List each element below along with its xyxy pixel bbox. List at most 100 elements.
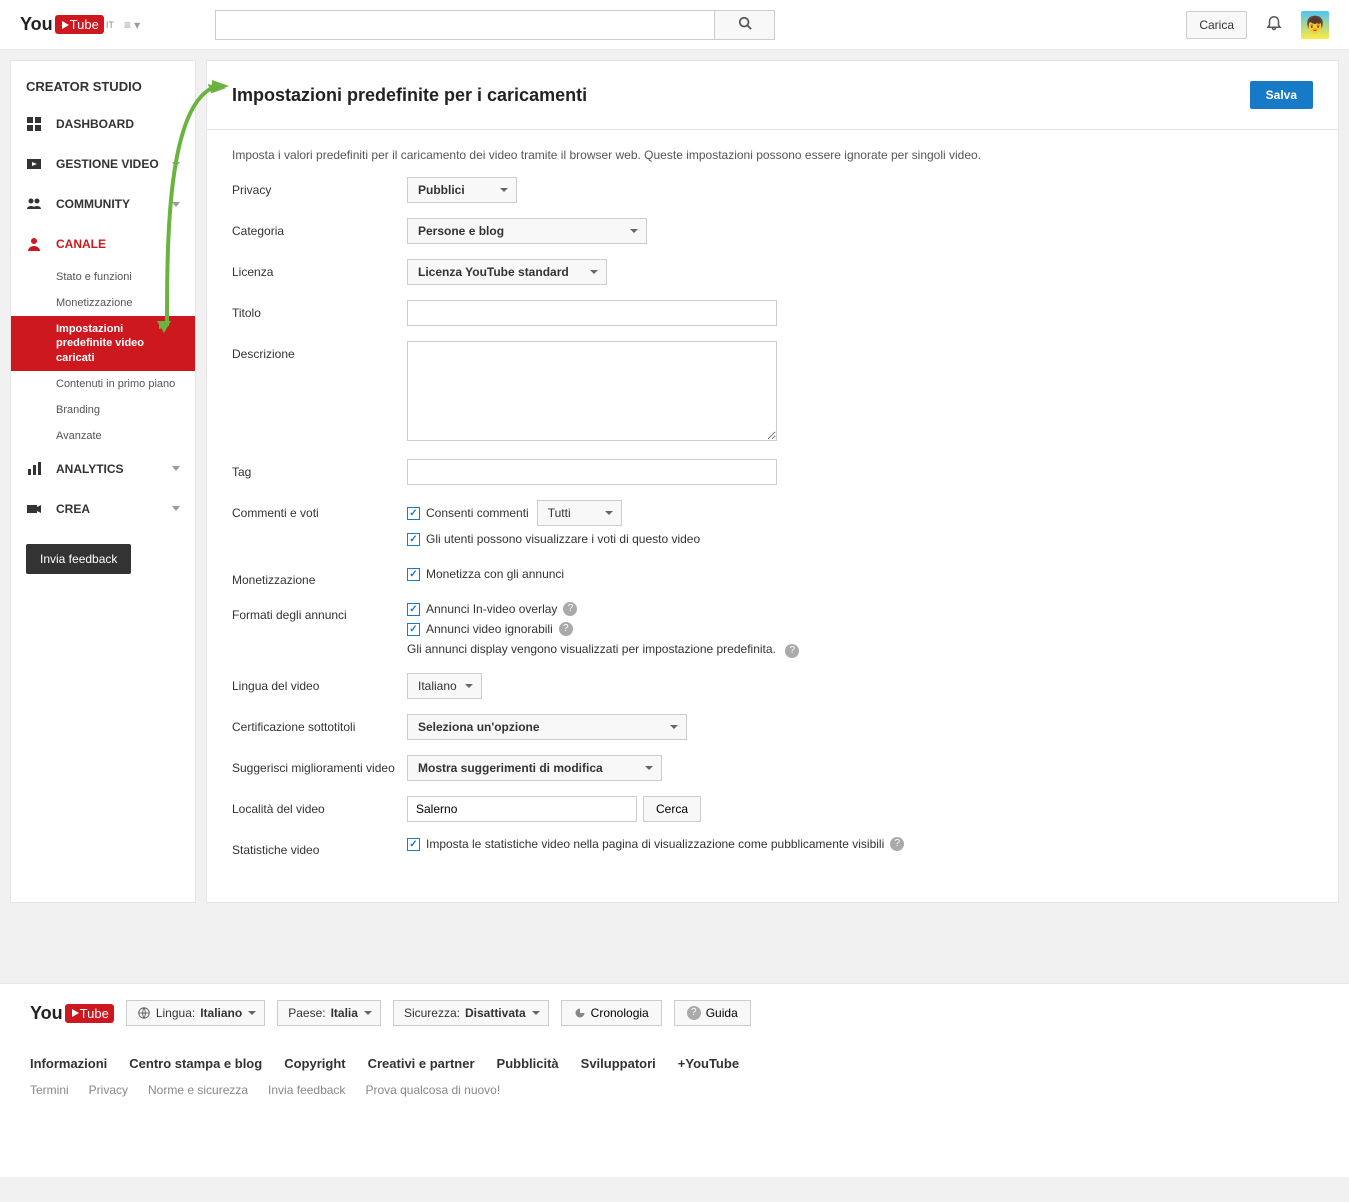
category-dropdown[interactable]: Persone e blog [407, 218, 647, 244]
video-location-input[interactable] [407, 796, 637, 822]
footer-link-about[interactable]: Informazioni [30, 1056, 107, 1071]
sidebar-item-label: CANALE [56, 237, 106, 251]
title-input[interactable] [407, 300, 777, 326]
overlay-ads-label: Annunci In-video overlay [426, 602, 557, 616]
category-label: Categoria [232, 218, 407, 238]
footer-history-button[interactable]: Cronologia [561, 1000, 662, 1026]
youtube-logo[interactable]: YouTubeIT [20, 14, 114, 35]
footer-link-terms[interactable]: Termini [30, 1083, 69, 1097]
public-stats-checkbox[interactable]: ✓ [407, 838, 420, 851]
search-input[interactable] [215, 10, 715, 40]
sidebar-item-dashboard[interactable]: DASHBOARD [11, 104, 195, 144]
overlay-ads-checkbox[interactable]: ✓ [407, 603, 420, 616]
skippable-ads-checkbox[interactable]: ✓ [407, 623, 420, 636]
tag-input[interactable] [407, 459, 777, 485]
sidebar: CREATOR STUDIO DASHBOARD GESTIONE VIDEO … [10, 60, 196, 903]
footer-link-copyright[interactable]: Copyright [284, 1056, 345, 1071]
footer-link-plus[interactable]: +YouTube [678, 1056, 739, 1071]
caption-cert-dropdown[interactable]: Seleziona un'opzione [407, 714, 687, 740]
monetize-checkbox[interactable]: ✓ [407, 568, 420, 581]
footer-link-advertise[interactable]: Pubblicità [497, 1056, 559, 1071]
logo-tube: Tube [55, 15, 104, 34]
skippable-ads-label: Annunci video ignorabili [426, 622, 553, 636]
footer-link-feedback[interactable]: Invia feedback [268, 1083, 345, 1097]
globe-icon [137, 1006, 151, 1020]
footer-primary-links: Informazioni Centro stampa e blog Copyri… [30, 1056, 1319, 1071]
sidebar-item-create[interactable]: CREA [11, 489, 195, 529]
feedback-button[interactable]: Invia feedback [26, 544, 131, 574]
sidebar-item-label: GESTIONE VIDEO [56, 157, 159, 171]
sidebar-item-label: DASHBOARD [56, 117, 134, 131]
privacy-label: Privacy [232, 177, 407, 197]
page-header: Impostazioni predefinite per i caricamen… [207, 61, 1338, 130]
sidebar-item-channel[interactable]: CANALE [11, 224, 195, 264]
video-language-label: Lingua del video [232, 673, 407, 693]
notifications-icon[interactable] [1265, 13, 1283, 36]
upload-button[interactable]: Carica [1186, 11, 1247, 39]
footer-link-press[interactable]: Centro stampa e blog [129, 1056, 262, 1071]
location-search-button[interactable]: Cerca [643, 796, 701, 822]
sidebar-subitem-advanced[interactable]: Avanzate [11, 423, 195, 449]
monetization-label: Monetizzazione [232, 567, 407, 587]
video-icon [26, 156, 46, 172]
sidebar-subitem-status[interactable]: Stato e funzioni [11, 264, 195, 290]
sidebar-item-community[interactable]: COMMUNITY [11, 184, 195, 224]
privacy-dropdown[interactable]: Pubblici [407, 177, 517, 203]
help-icon[interactable]: ? [559, 622, 573, 636]
sidebar-item-video-manager[interactable]: GESTIONE VIDEO [11, 144, 195, 184]
sidebar-item-label: COMMUNITY [56, 197, 130, 211]
description-textarea[interactable] [407, 341, 777, 441]
header: YouTubeIT ≡ ▾ Carica 👦 [0, 0, 1349, 50]
footer-link-try-new[interactable]: Prova qualcosa di nuovo! [365, 1083, 500, 1097]
logo-you: You [20, 14, 53, 35]
license-dropdown[interactable]: Licenza YouTube standard [407, 259, 607, 285]
footer-controls: YouTube Lingua: Italiano Paese: Italia S… [30, 1000, 1319, 1026]
footer-language-dropdown[interactable]: Lingua: Italiano [126, 1000, 265, 1026]
help-icon[interactable]: ? [890, 837, 904, 851]
search-button[interactable] [715, 10, 775, 40]
footer-link-policy[interactable]: Norme e sicurezza [148, 1083, 248, 1097]
footer-link-developers[interactable]: Sviluppatori [581, 1056, 656, 1071]
license-label: Licenza [232, 259, 407, 279]
sidebar-subitem-monetization[interactable]: Monetizzazione [11, 290, 195, 316]
sidebar-item-analytics[interactable]: ANALYTICS [11, 449, 195, 489]
sidebar-subitem-featured[interactable]: Contenuti in primo piano [11, 371, 195, 397]
sidebar-subitem-upload-defaults[interactable]: Impostazioni predefinite video caricati [11, 316, 195, 371]
suggest-improvements-dropdown[interactable]: Mostra suggerimenti di modifica [407, 755, 662, 781]
video-location-label: Località del video [232, 796, 407, 816]
channel-subitems: Stato e funzioni Monetizzazione Impostaz… [11, 264, 195, 449]
allow-comments-label: Consenti commenti [426, 506, 529, 520]
save-button[interactable]: Salva [1250, 81, 1313, 109]
locale-sup: IT [106, 20, 114, 30]
description-label: Descrizione [232, 341, 407, 361]
main-panel: Impostazioni predefinite per i caricamen… [206, 60, 1339, 903]
footer-link-creators[interactable]: Creativi e partner [368, 1056, 475, 1071]
footer-safety-dropdown[interactable]: Sicurezza: Disattivata [393, 1000, 549, 1026]
title-label: Titolo [232, 300, 407, 320]
community-icon [26, 196, 46, 212]
video-language-dropdown[interactable]: Italiano [407, 673, 482, 699]
video-stats-label: Statistiche video [232, 837, 407, 857]
guide-toggle-icon[interactable]: ≡ ▾ [124, 18, 140, 32]
header-right: Carica 👦 [1186, 11, 1329, 39]
search-icon [738, 16, 752, 30]
footer-help-button[interactable]: ? Guida [674, 1000, 751, 1026]
footer-country-dropdown[interactable]: Paese: Italia [277, 1000, 381, 1026]
public-stats-label: Imposta le statistiche video nella pagin… [426, 837, 884, 851]
searchbar [215, 10, 775, 40]
comments-filter-dropdown[interactable]: Tutti [537, 500, 622, 526]
footer-secondary-links: Termini Privacy Norme e sicurezza Invia … [30, 1083, 1319, 1097]
avatar[interactable]: 👦 [1301, 11, 1329, 39]
page-description: Imposta i valori predefiniti per il cari… [207, 130, 1338, 172]
footer-link-privacy[interactable]: Privacy [89, 1083, 128, 1097]
sidebar-title: CREATOR STUDIO [11, 61, 195, 104]
show-ratings-checkbox[interactable]: ✓ [407, 533, 420, 546]
help-icon: ? [687, 1006, 701, 1020]
dashboard-icon [26, 116, 46, 132]
comments-label: Commenti e voti [232, 500, 407, 520]
footer-logo[interactable]: YouTube [30, 1003, 114, 1024]
sidebar-subitem-branding[interactable]: Branding [11, 397, 195, 423]
help-icon[interactable]: ? [563, 602, 577, 616]
help-icon[interactable]: ? [785, 644, 799, 658]
allow-comments-checkbox[interactable]: ✓ [407, 507, 420, 520]
